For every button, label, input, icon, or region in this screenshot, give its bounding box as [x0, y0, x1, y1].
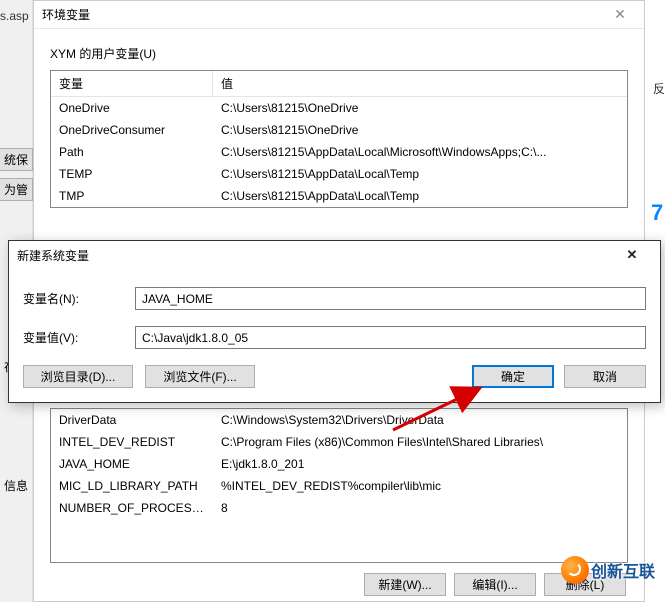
table-header: 变量 值: [51, 71, 627, 97]
var-value-input[interactable]: [135, 326, 646, 349]
header-value[interactable]: 值: [213, 71, 627, 96]
left-btn-1[interactable]: 统保: [0, 148, 33, 171]
env-titlebar: 环境变量 ✕: [34, 1, 644, 29]
table-row[interactable]: PathC:\Users\81215\AppData\Local\Microso…: [51, 141, 627, 163]
new-system-variable-dialog: 新建系统变量 ✕ 变量名(N): 变量值(V): 浏览目录(D)... 浏览文件…: [8, 240, 661, 403]
table-row[interactable]: INTEL_DEV_REDISTC:\Program Files (x86)\C…: [51, 431, 627, 453]
right-blue-fragment: 7: [651, 200, 665, 220]
user-vars-table[interactable]: 变量 值 OneDriveC:\Users\81215\OneDrive One…: [50, 70, 628, 208]
feedback-fragment: 反: [653, 80, 665, 97]
close-icon[interactable]: ✕: [600, 3, 640, 25]
table-row[interactable]: OneDriveConsumerC:\Users\81215\OneDrive: [51, 119, 627, 141]
ok-button[interactable]: 确定: [472, 365, 554, 388]
edit-button[interactable]: 编辑(I)...: [454, 573, 536, 596]
close-icon[interactable]: ✕: [612, 244, 652, 266]
system-buttons-row: 新建(W)... 编辑(I)... 删除(L): [50, 573, 628, 596]
left-text-4: 信息: [4, 477, 28, 494]
table-row[interactable]: DriverDataC:\Windows\System32\Drivers\Dr…: [51, 409, 627, 431]
table-row[interactable]: NUMBER_OF_PROCESSORS8: [51, 497, 627, 519]
table-row[interactable]: JAVA_HOMEE:\jdk1.8.0_201: [51, 453, 627, 475]
system-vars-table[interactable]: DriverDataC:\Windows\System32\Drivers\Dr…: [50, 408, 628, 563]
browse-file-button[interactable]: 浏览文件(F)...: [145, 365, 255, 388]
env-title: 环境变量: [42, 6, 90, 23]
cancel-button[interactable]: 取消: [564, 365, 646, 388]
logo-text: 创新互联: [591, 558, 655, 582]
header-name[interactable]: 变量: [51, 71, 213, 96]
var-value-label: 变量值(V):: [23, 329, 135, 346]
new-var-title: 新建系统变量: [17, 247, 89, 264]
table-row[interactable]: OneDriveC:\Users\81215\OneDrive: [51, 97, 627, 119]
var-name-input[interactable]: [135, 287, 646, 310]
new-button[interactable]: 新建(W)...: [364, 573, 446, 596]
logo-watermark: 创新互联: [561, 556, 655, 584]
table-row[interactable]: MIC_LD_LIBRARY_PATH%INTEL_DEV_REDIST%com…: [51, 475, 627, 497]
var-name-label: 变量名(N):: [23, 290, 135, 307]
user-vars-label: XYM 的用户变量(U): [50, 45, 628, 62]
browse-dir-button[interactable]: 浏览目录(D)...: [23, 365, 133, 388]
new-var-titlebar: 新建系统变量 ✕: [9, 241, 660, 269]
asp-fragment: s.asp: [0, 9, 29, 23]
table-row[interactable]: TMPC:\Users\81215\AppData\Local\Temp: [51, 185, 627, 207]
left-btn-2[interactable]: 为管: [0, 178, 33, 201]
table-row[interactable]: TEMPC:\Users\81215\AppData\Local\Temp: [51, 163, 627, 185]
logo-swirl-icon: [561, 556, 589, 584]
